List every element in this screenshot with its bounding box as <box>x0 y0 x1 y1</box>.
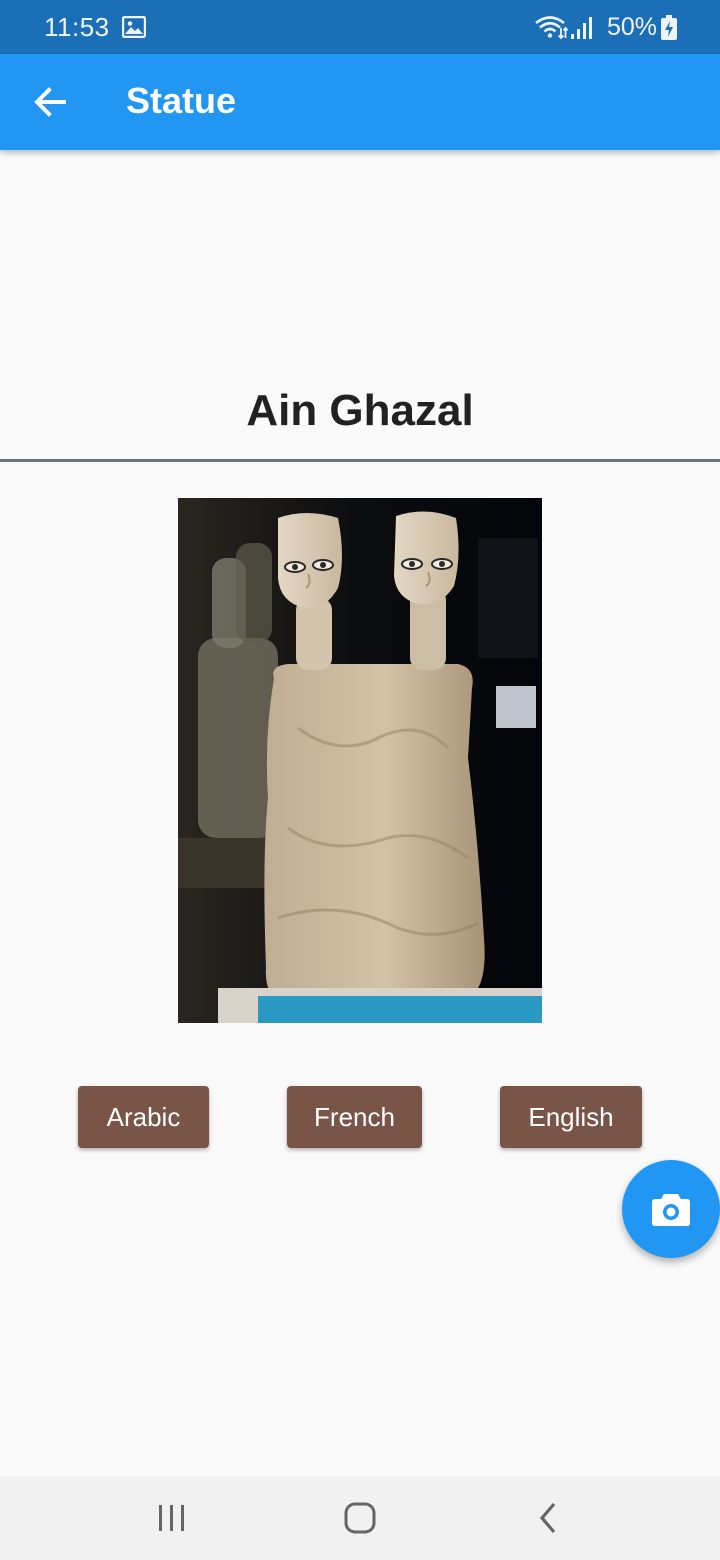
english-button[interactable]: English <box>500 1086 642 1148</box>
home-icon[interactable] <box>342 1500 378 1536</box>
back-icon[interactable] <box>534 1498 562 1538</box>
camera-fab-button[interactable] <box>622 1160 720 1258</box>
battery-percent: 50% <box>607 13 658 41</box>
statue-image <box>178 498 542 1023</box>
gallery-icon <box>122 16 146 38</box>
wifi-icon <box>535 16 568 40</box>
french-button[interactable]: French <box>287 1086 422 1148</box>
battery-charging-icon <box>661 15 677 40</box>
app-bar: Statue <box>0 54 720 150</box>
status-time: 11:53 <box>44 12 110 42</box>
navigation-bar <box>0 1476 720 1560</box>
recent-apps-icon[interactable] <box>156 1498 188 1538</box>
screen: 11:53 50% Statue Ain Ghazal Arabic Frenc… <box>0 0 720 1560</box>
statue-title: Ain Ghazal <box>246 386 474 435</box>
arrow-back-icon[interactable] <box>26 78 74 126</box>
app-title: Statue <box>126 80 237 121</box>
camera-icon <box>652 1194 690 1226</box>
status-bar: 11:53 50% <box>0 0 720 54</box>
signal-icon <box>571 17 592 39</box>
arabic-button[interactable]: Arabic <box>78 1086 209 1148</box>
title-divider <box>0 459 720 462</box>
